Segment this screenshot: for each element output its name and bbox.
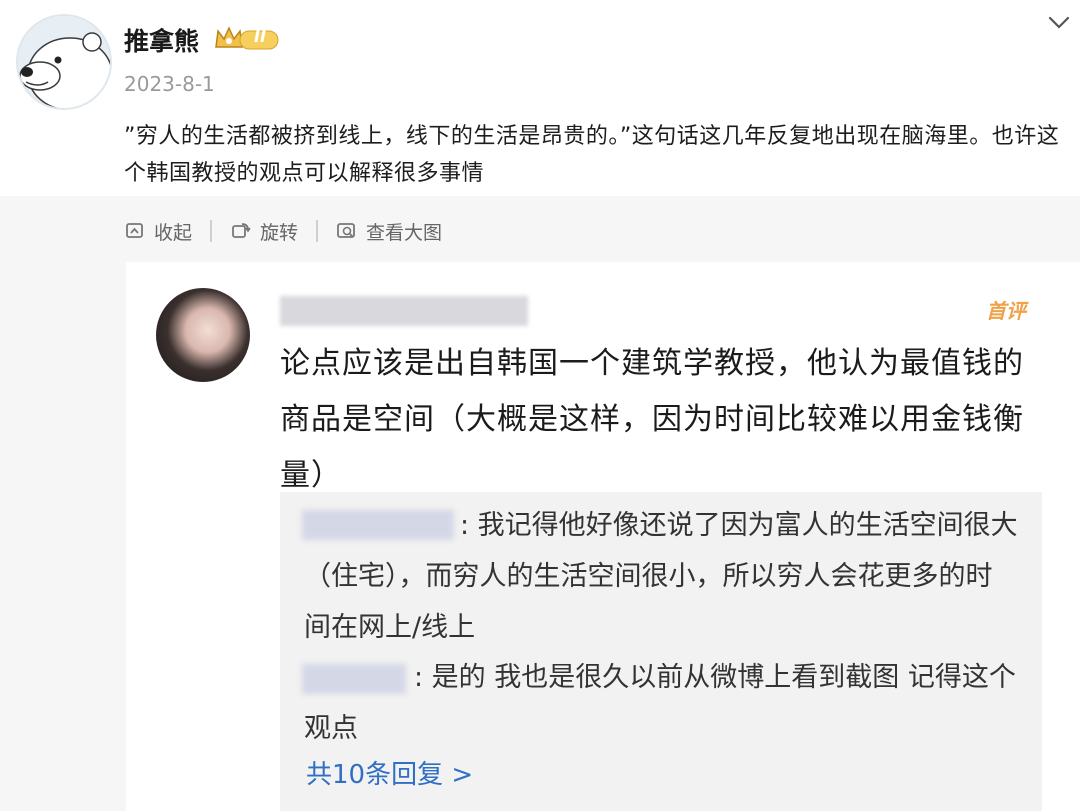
first-comment-badge: 首评	[986, 299, 1026, 323]
reply-item: : 是的 我也是很久以前从微博上看到截图 记得这个观点	[304, 662, 1016, 744]
vip-level-label: II	[254, 27, 266, 46]
rotate-label: 旋转	[260, 221, 299, 244]
polar-bear-icon	[18, 16, 110, 108]
username[interactable]: 推拿熊	[124, 22, 199, 58]
rotate-icon	[232, 223, 251, 238]
commenter-avatar	[156, 288, 250, 382]
image-toolbar: 收起 旋转 查看大图	[124, 214, 442, 248]
more-options-button[interactable]	[1046, 12, 1072, 34]
view-large-label: 查看大图	[366, 221, 443, 244]
view-large-button[interactable]: 查看大图	[336, 218, 442, 245]
toolbar-divider	[316, 220, 319, 242]
collapse-icon	[126, 223, 143, 238]
crown-badge-icon	[215, 26, 279, 50]
rotate-button[interactable]: 旋转	[230, 218, 298, 245]
chevron-down-icon	[1048, 16, 1070, 29]
more-replies-link[interactable]: 共10条回复 >	[306, 754, 473, 791]
collapse-button[interactable]: 收起	[124, 218, 192, 245]
toolbar-divider	[210, 220, 213, 242]
post-date: 2023-8-1	[124, 72, 215, 96]
blurred-commenter-name	[280, 296, 528, 326]
reply-box: : 我记得他好像还说了因为富人的生活空间很大（住宅），而穷人的生活空间很小，所以…	[280, 492, 1042, 811]
reply-item: : 我记得他好像还说了因为富人的生活空间很大（住宅），而穷人的生活空间很小，所以…	[304, 510, 1018, 643]
collapse-label: 收起	[154, 221, 193, 244]
comment-text: 论点应该是出自韩国一个建筑学教授，他认为最值钱的商品是空间（大概是这样，因为时间…	[280, 346, 1024, 493]
user-avatar[interactable]	[16, 14, 112, 110]
view-large-icon	[337, 223, 355, 238]
post-text: ”穷人的生活都被挤到线上，线下的生活是昂贵的。”这句话这几年反复地出现在脑海里。…	[124, 124, 1060, 186]
vip-badge[interactable]: II	[214, 25, 280, 53]
